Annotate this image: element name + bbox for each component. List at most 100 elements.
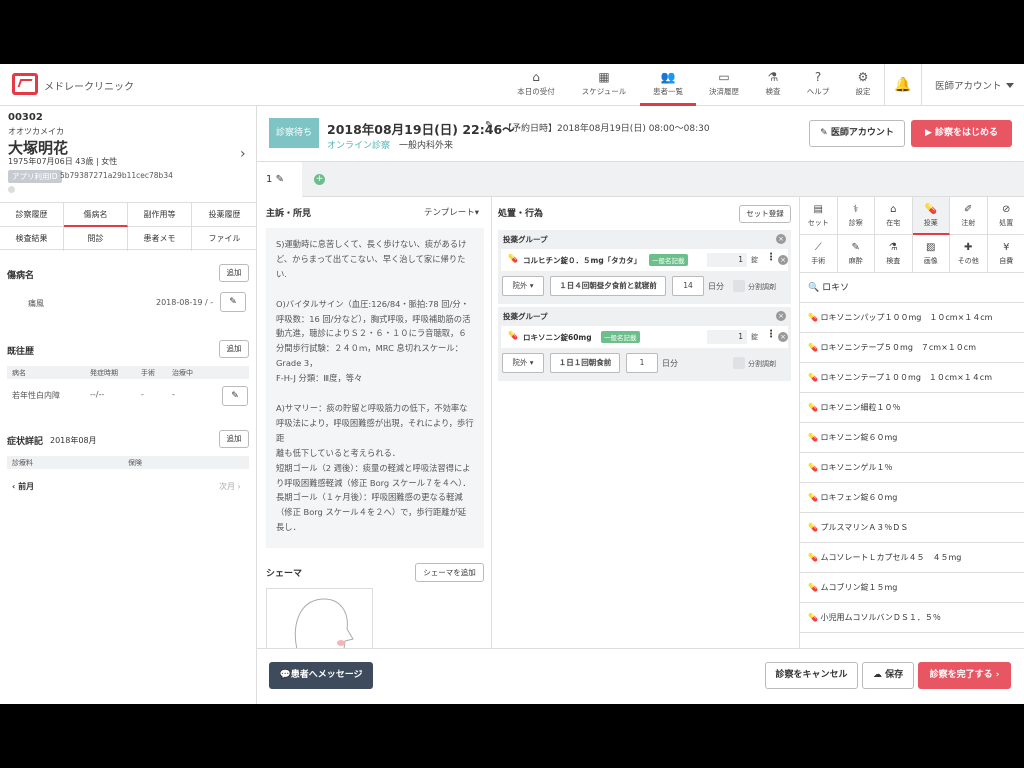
- category-injection[interactable]: ✐ 注射: [950, 197, 988, 235]
- department: 一般内科外来: [399, 141, 454, 151]
- close-icon[interactable]: ×: [776, 311, 786, 321]
- template-dropdown[interactable]: テンプレート▾: [424, 206, 479, 218]
- split-checkbox[interactable]: [733, 280, 745, 292]
- tab-side-effects[interactable]: 副作用等: [128, 203, 192, 227]
- category-other[interactable]: ✚ その他: [950, 235, 988, 273]
- close-icon[interactable]: ×: [776, 234, 786, 244]
- nav-schedule[interactable]: ▦ スケジュール: [576, 64, 632, 106]
- stethoscope-icon: ⚕: [853, 204, 859, 215]
- category-label: セット: [807, 219, 829, 227]
- more-icon[interactable]: ⋮: [766, 252, 776, 263]
- doctor-account-button[interactable]: ✎ 医師アカウント: [809, 120, 905, 147]
- edit-history-button[interactable]: ✎: [222, 386, 248, 406]
- record-tab-1[interactable]: 1 ✎: [257, 162, 302, 197]
- place-value: 院外: [512, 358, 528, 367]
- drug-result-item[interactable]: 💊 小児用ムコソルバンＤＳ１．５％: [800, 603, 1024, 633]
- add-tab-icon[interactable]: +: [314, 174, 325, 185]
- visit-header: 診察待ち 2018年08月19日(日) 22:46〜 ✎ 【予約日時】2018年…: [257, 106, 1024, 162]
- complete-visit-button[interactable]: 診察を完了する ›: [918, 662, 1011, 689]
- nav-patients[interactable]: 👥 患者一覧: [640, 64, 696, 106]
- category-test[interactable]: ⚗ 検査: [875, 235, 913, 273]
- chevron-right-icon: ›: [235, 482, 241, 491]
- tab-files[interactable]: ファイル: [192, 227, 257, 251]
- pencil-icon[interactable]: ✎: [485, 120, 493, 131]
- nav-settings[interactable]: ⚙ 設定: [835, 64, 891, 106]
- category-anesthesia[interactable]: ✎ 麻酔: [837, 235, 875, 273]
- usage-select[interactable]: １日４回朝昼夕食前と就寝前: [550, 276, 666, 296]
- add-history-button[interactable]: 追加: [219, 340, 249, 358]
- days-input[interactable]: 14: [672, 276, 704, 296]
- nav-payments[interactable]: ▭ 決済履歴: [696, 64, 752, 106]
- pencil-icon: ✎: [820, 128, 831, 138]
- tab-patient-memo[interactable]: 患者メモ: [128, 227, 192, 251]
- bell-icon[interactable]: 🔔: [884, 64, 922, 106]
- home-icon: ⌂: [890, 204, 897, 215]
- soap-textarea[interactable]: S)運動時に息苦しくて、長く歩けない、痰があるけど、からまって出てこない、早く治…: [266, 228, 484, 548]
- account-menu[interactable]: 医師アカウント: [935, 78, 1002, 92]
- category-self-pay[interactable]: ¥ 自費: [987, 235, 1024, 273]
- drug-result-item[interactable]: 💊 ロキフェン錠６０mg: [800, 483, 1024, 513]
- drug-result-item[interactable]: 💊 ロキソニン錠６０mg: [800, 423, 1024, 453]
- split-checkbox[interactable]: [733, 357, 745, 369]
- tab-questionnaire[interactable]: 問診: [64, 227, 128, 251]
- add-schema-button[interactable]: シェーマを追加: [415, 563, 484, 582]
- pill-icon: 💊: [808, 493, 818, 502]
- tab-disease[interactable]: 傷病名: [64, 203, 128, 227]
- quantity-input[interactable]: 1: [707, 330, 747, 344]
- edit-disease-button[interactable]: ✎: [220, 292, 246, 312]
- category-label: その他: [957, 257, 979, 265]
- symptom-title: 症状詳記: [7, 437, 44, 447]
- start-visit-button[interactable]: ▶ 診察をはじめる: [911, 120, 1012, 147]
- drug-result-item[interactable]: 💊 ロキソニンテープ１００mg １０cm×１４cm: [800, 363, 1024, 393]
- drug-result-item[interactable]: 💊 ムコソレートＬカプセル４５ ４５mg: [800, 543, 1024, 573]
- visit-type-link[interactable]: オンライン診察: [327, 138, 390, 151]
- tab-visit-history[interactable]: 診察履歴: [0, 203, 64, 227]
- drug-result-label: ロキフェン錠６０mg: [820, 493, 898, 502]
- syringe-icon: ✐: [964, 204, 973, 215]
- drug-result-item[interactable]: 💊 ロキソニンテープ５０mg ７cm×１０cm: [800, 333, 1024, 363]
- add-symptom-button[interactable]: 追加: [219, 430, 249, 448]
- chevron-right-icon[interactable]: ›: [240, 146, 246, 162]
- place-select[interactable]: 院外 ▾: [502, 276, 544, 296]
- category-home[interactable]: ⌂ 在宅: [875, 197, 913, 235]
- drug-result-item[interactable]: 💊 ロキソニン細粒１０％: [800, 393, 1024, 423]
- days-input[interactable]: 1: [626, 353, 658, 373]
- close-icon[interactable]: ×: [778, 255, 788, 265]
- drug-row: 💊 ロキソニン錠60mg 一般名記載 1 錠 ⋮ ×: [501, 326, 788, 348]
- next-month-link[interactable]: 次月 ›: [219, 481, 241, 492]
- drug-result-item[interactable]: 💊 ムコブリン錠１５mg: [800, 573, 1024, 603]
- message-patient-button[interactable]: 💬患者へメッセージ: [269, 662, 373, 689]
- pill-icon: 💊: [808, 373, 818, 382]
- category-medication[interactable]: 💊 投薬: [912, 197, 950, 235]
- app: メドレークリニック ⌂ 本日の受付 ▦ スケジュール 👥 患者一覧 ▭ 決済履歴…: [0, 64, 1024, 704]
- pencil-icon: ✎: [231, 391, 239, 401]
- category-surgery[interactable]: ⟋ 手術: [800, 235, 838, 273]
- more-icon[interactable]: ⋮: [766, 329, 776, 340]
- category-image[interactable]: ▨ 画像: [912, 235, 950, 273]
- cancel-visit-button[interactable]: 診察をキャンセル: [765, 662, 858, 689]
- schema-thumbnail[interactable]: [266, 588, 373, 648]
- drug-result-item[interactable]: 💊 ロキソニンパップ１００mg １０cm×１４cm: [800, 303, 1024, 333]
- prev-month-label: 前月: [18, 482, 35, 491]
- set-register-button[interactable]: セット登録: [739, 205, 791, 223]
- tab-test-results[interactable]: 検査結果: [0, 227, 64, 251]
- nav-reception[interactable]: ⌂ 本日の受付: [508, 64, 564, 106]
- caret-down-icon[interactable]: [1006, 83, 1014, 88]
- pencil-icon[interactable]: ✎: [276, 174, 284, 185]
- drug-result-item[interactable]: 💊 プルスマリンＡ３％ＤＳ: [800, 513, 1024, 543]
- tab-medication-history[interactable]: 投薬履歴: [192, 203, 257, 227]
- usage-select[interactable]: １日１回朝食前: [550, 353, 620, 373]
- prev-month-link[interactable]: ‹ 前月: [12, 481, 34, 492]
- close-icon[interactable]: ×: [778, 332, 788, 342]
- days-unit: 日分: [708, 282, 724, 291]
- place-select[interactable]: 院外 ▾: [502, 353, 544, 373]
- add-disease-button[interactable]: 追加: [219, 264, 249, 282]
- quantity-input[interactable]: 1: [707, 253, 747, 267]
- drug-result-item[interactable]: 💊 ロキソニンゲル１％: [800, 453, 1024, 483]
- drug-search-input[interactable]: 🔍 ロキソ: [800, 273, 1024, 303]
- category-exam[interactable]: ⚕ 診察: [837, 197, 875, 235]
- category-treatment[interactable]: ⊘ 処置: [987, 197, 1024, 235]
- save-button[interactable]: ☁ 保存: [862, 662, 914, 689]
- category-set[interactable]: ▤ セット: [800, 197, 838, 235]
- medication-group: 投薬グループ × 💊 コルヒチン錠０．５mg「タカタ」 一般名記載 1 錠 ⋮ …: [498, 230, 791, 304]
